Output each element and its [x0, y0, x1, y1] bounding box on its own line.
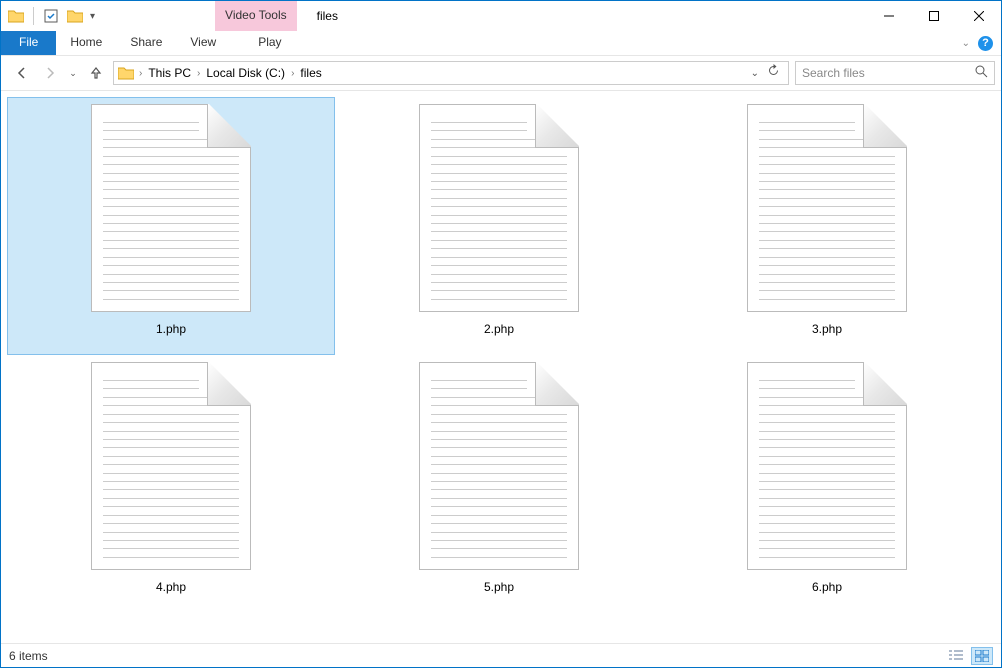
separator [33, 7, 34, 25]
item-count: 6 items [9, 649, 48, 663]
file-item[interactable]: 4.php [7, 355, 335, 613]
folder-icon [7, 7, 25, 25]
window-title: files [297, 9, 338, 23]
file-thumbnail [91, 362, 251, 570]
chevron-right-icon[interactable]: › [289, 68, 296, 79]
forward-button[interactable] [39, 62, 61, 84]
titlebar: ▾ Video Tools files [1, 1, 1001, 31]
close-button[interactable] [956, 1, 1001, 31]
file-name: 3.php [812, 322, 842, 336]
search-placeholder: Search files [802, 66, 865, 80]
maximize-button[interactable] [911, 1, 956, 31]
tab-view[interactable]: View [176, 31, 230, 55]
quick-access-toolbar: ▾ [1, 1, 95, 31]
tab-play[interactable]: Play [244, 31, 295, 55]
file-item[interactable]: 5.php [335, 355, 663, 613]
ribbon-expand-icon[interactable]: ⌄ [962, 38, 970, 49]
new-folder-icon[interactable] [66, 7, 84, 25]
tab-file[interactable]: File [1, 31, 56, 55]
file-item[interactable]: 1.php [7, 97, 335, 355]
file-name: 6.php [812, 580, 842, 594]
tab-share[interactable]: Share [116, 31, 176, 55]
search-icon[interactable] [975, 65, 988, 81]
address-bar[interactable]: › This PC › Local Disk (C:) › files ⌄ [113, 61, 789, 85]
file-thumbnail [419, 104, 579, 312]
file-thumbnail [747, 104, 907, 312]
file-list: 1.php 2.php 3.php 4.php 5.php 6.php [1, 91, 1001, 643]
chevron-right-icon[interactable]: › [137, 68, 144, 79]
up-button[interactable] [85, 62, 107, 84]
minimize-button[interactable] [866, 1, 911, 31]
file-name: 4.php [156, 580, 186, 594]
folder-icon [117, 64, 135, 82]
qat-dropdown-icon[interactable]: ▾ [90, 11, 95, 22]
search-input[interactable]: Search files [795, 61, 995, 85]
ribbon-tabs: File Home Share View Play ⌄ ? [1, 31, 1001, 56]
recent-locations-dropdown[interactable]: ⌄ [67, 62, 79, 84]
file-item[interactable]: 2.php [335, 97, 663, 355]
breadcrumb-item[interactable]: Local Disk (C:) [202, 66, 289, 80]
refresh-icon[interactable] [767, 64, 780, 82]
window-controls [866, 1, 1001, 31]
chevron-right-icon[interactable]: › [195, 68, 202, 79]
file-thumbnail [91, 104, 251, 312]
properties-icon[interactable] [42, 7, 60, 25]
file-name: 5.php [484, 580, 514, 594]
navigation-bar: ⌄ › This PC › Local Disk (C:) › files ⌄ … [1, 56, 1001, 91]
help-icon[interactable]: ? [978, 36, 993, 51]
file-name: 2.php [484, 322, 514, 336]
file-thumbnail [747, 362, 907, 570]
file-item[interactable]: 3.php [663, 97, 991, 355]
contextual-tab-group: Video Tools [215, 1, 297, 31]
details-view-button[interactable] [945, 647, 967, 665]
large-icons-view-button[interactable] [971, 647, 993, 665]
breadcrumb-item[interactable]: This PC [144, 66, 195, 80]
status-bar: 6 items [1, 643, 1001, 667]
file-name: 1.php [156, 322, 186, 336]
breadcrumb-item[interactable]: files [296, 66, 325, 80]
back-button[interactable] [11, 62, 33, 84]
tab-home[interactable]: Home [56, 31, 116, 55]
file-item[interactable]: 6.php [663, 355, 991, 613]
file-thumbnail [419, 362, 579, 570]
address-dropdown-icon[interactable]: ⌄ [751, 68, 759, 79]
